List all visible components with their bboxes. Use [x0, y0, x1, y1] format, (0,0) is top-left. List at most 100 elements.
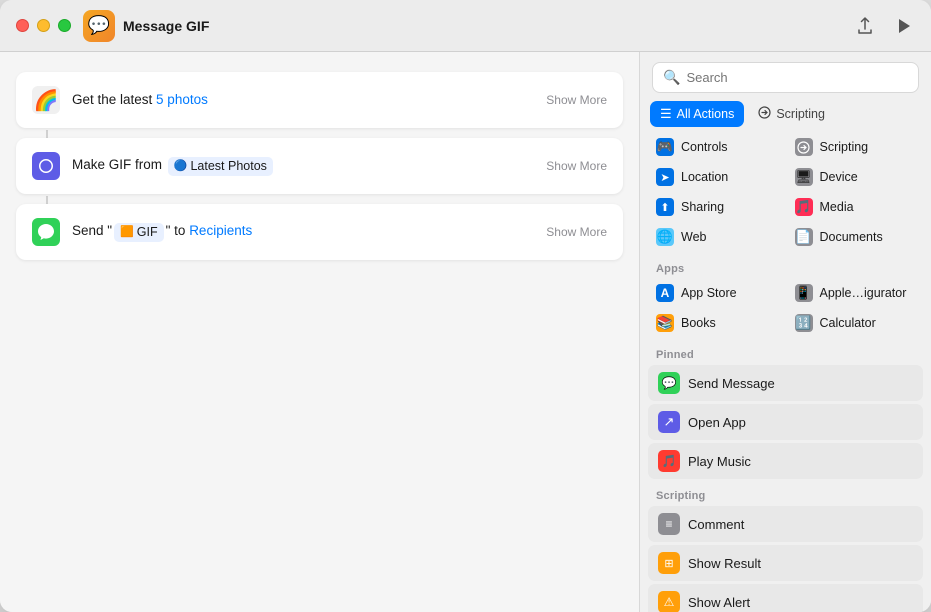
workflow-step-3[interactable]: Send "🟧GIF" to Recipients Show More	[16, 204, 623, 260]
calculator-label: Calculator	[820, 316, 876, 330]
search-icon: 🔍	[663, 69, 680, 86]
search-bar: 🔍	[652, 62, 919, 93]
step1-text: Get the latest 5 photos	[72, 91, 546, 110]
app-title-area: 💬 Message GIF	[83, 10, 853, 42]
sidebar-item-media[interactable]: 🎵 Media	[787, 193, 924, 221]
scripting-item-show-alert[interactable]: ⚠ Show Alert	[648, 584, 923, 612]
step3-text: Send "🟧GIF" to Recipients	[72, 222, 546, 242]
apps-grid: A App Store 📱 Apple…igurator 📚 Books 🔢 C…	[648, 279, 923, 337]
tab-all-actions-label: All Actions	[677, 107, 735, 121]
step3-show-more[interactable]: Show More	[546, 225, 607, 239]
tab-all-actions[interactable]: ☰ All Actions	[650, 101, 744, 127]
tab-scripting-label: Scripting	[776, 107, 825, 121]
titlebar: 💬 Message GIF	[0, 0, 931, 52]
sidebar-item-documents[interactable]: 📄 Documents	[787, 223, 924, 251]
open-app-icon: ↗	[658, 411, 680, 433]
sidebar-list: 🎮 Controls Scripting ➤ Location	[640, 133, 931, 612]
sidebar-item-app-store[interactable]: A App Store	[648, 279, 785, 307]
connector-2-3	[46, 196, 48, 204]
apps-section-label: Apps	[648, 255, 923, 279]
show-alert-icon: ⚠	[658, 591, 680, 612]
app-store-icon: A	[656, 284, 674, 302]
pinned-section-label: Pinned	[648, 341, 923, 365]
scripting-tab-icon	[758, 106, 771, 122]
scripting-item-show-result[interactable]: ⊞ Show Result	[648, 545, 923, 581]
sharing-label: Sharing	[681, 200, 724, 214]
device-label: Device	[820, 170, 858, 184]
send-message-label: Send Message	[688, 376, 775, 391]
all-actions-icon: ☰	[660, 106, 672, 122]
location-label: Location	[681, 170, 728, 184]
app-store-label: App Store	[681, 286, 737, 300]
step1-show-more[interactable]: Show More	[546, 93, 607, 107]
apple-igurator-icon: 📱	[795, 284, 813, 302]
sidebar-item-books[interactable]: 📚 Books	[648, 309, 785, 337]
send-message-icon: 💬	[658, 372, 680, 394]
books-icon: 📚	[656, 314, 674, 332]
open-app-label: Open App	[688, 415, 746, 430]
pinned-item-play-music[interactable]: 🎵 Play Music	[648, 443, 923, 479]
workflow-step-1[interactable]: 🌈 Get the latest 5 photos Show More	[16, 72, 623, 128]
workflow-step-2[interactable]: Make GIF from 🔵Latest Photos Show More	[16, 138, 623, 194]
scripting-cat-label: Scripting	[820, 140, 869, 154]
calculator-icon: 🔢	[795, 314, 813, 332]
tab-scripting[interactable]: Scripting	[748, 101, 835, 127]
traffic-lights	[16, 19, 71, 32]
sidebar-item-web[interactable]: 🌐 Web	[648, 223, 785, 251]
step1-icon: 🌈	[32, 86, 60, 114]
sidebar-item-apple-igurator[interactable]: 📱 Apple…igurator	[787, 279, 924, 307]
play-music-label: Play Music	[688, 454, 751, 469]
show-alert-label: Show Alert	[688, 595, 750, 610]
category-grid: 🎮 Controls Scripting ➤ Location	[648, 133, 923, 251]
search-input[interactable]	[686, 70, 908, 85]
location-icon: ➤	[656, 168, 674, 186]
sidebar-item-sharing[interactable]: ⬆ Sharing	[648, 193, 785, 221]
show-result-icon: ⊞	[658, 552, 680, 574]
content-area: 🌈 Get the latest 5 photos Show More Make…	[0, 52, 931, 612]
comment-label: Comment	[688, 517, 744, 532]
step3-badge: 🟧GIF	[114, 223, 164, 243]
step2-show-more[interactable]: Show More	[546, 159, 607, 173]
sharing-icon: ⬆	[656, 198, 674, 216]
workflow-panel: 🌈 Get the latest 5 photos Show More Make…	[0, 52, 639, 612]
play-button[interactable]	[893, 14, 915, 38]
apple-igurator-label: Apple…igurator	[820, 286, 907, 300]
step3-link[interactable]: Recipients	[189, 223, 252, 238]
step2-text: Make GIF from 🔵Latest Photos	[72, 156, 546, 176]
sidebar-item-device[interactable]: 🖥 Device	[787, 163, 924, 191]
device-icon: 🖥	[795, 168, 813, 186]
media-icon: 🎵	[795, 198, 813, 216]
minimize-button[interactable]	[37, 19, 50, 32]
play-music-icon: 🎵	[658, 450, 680, 472]
sidebar-item-calculator[interactable]: 🔢 Calculator	[787, 309, 924, 337]
maximize-button[interactable]	[58, 19, 71, 32]
step2-badge: 🔵Latest Photos	[168, 157, 273, 177]
media-label: Media	[820, 200, 854, 214]
category-tabs: ☰ All Actions Scripting	[640, 101, 931, 127]
pinned-item-open-app[interactable]: ↗ Open App	[648, 404, 923, 440]
app-icon: 💬	[83, 10, 115, 42]
documents-label: Documents	[820, 230, 883, 244]
documents-icon: 📄	[795, 228, 813, 246]
books-label: Books	[681, 316, 716, 330]
window-title: Message GIF	[123, 18, 209, 34]
right-panel: 🔍 ☰ All Actions Scripting	[639, 52, 931, 612]
comment-icon: ≡	[658, 513, 680, 535]
web-icon: 🌐	[656, 228, 674, 246]
sidebar-item-location[interactable]: ➤ Location	[648, 163, 785, 191]
sidebar-item-controls[interactable]: 🎮 Controls	[648, 133, 785, 161]
titlebar-actions	[853, 13, 915, 39]
main-window: 💬 Message GIF 🌈 Get the	[0, 0, 931, 612]
controls-icon: 🎮	[656, 138, 674, 156]
step1-link[interactable]: 5 photos	[156, 92, 208, 107]
step3-icon	[32, 218, 60, 246]
close-button[interactable]	[16, 19, 29, 32]
web-label: Web	[681, 230, 706, 244]
scripting-item-comment[interactable]: ≡ Comment	[648, 506, 923, 542]
pinned-item-send-message[interactable]: 💬 Send Message	[648, 365, 923, 401]
sidebar-item-scripting-cat[interactable]: Scripting	[787, 133, 924, 161]
share-button[interactable]	[853, 13, 877, 39]
scripting-section-label: Scripting	[648, 482, 923, 506]
controls-label: Controls	[681, 140, 728, 154]
scripting-cat-icon	[795, 138, 813, 156]
